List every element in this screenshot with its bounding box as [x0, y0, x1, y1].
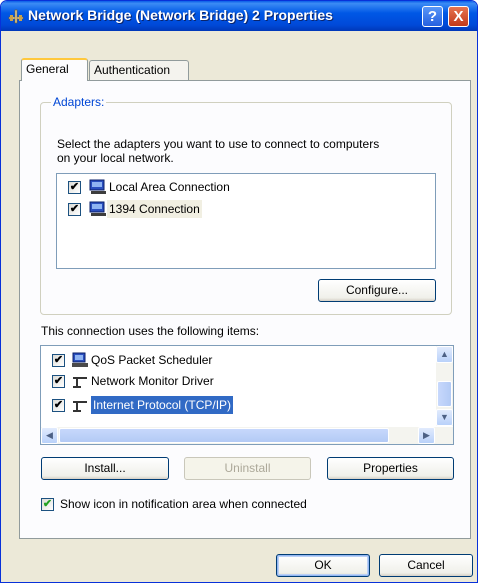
install-button[interactable]: Install...	[41, 457, 169, 480]
qos-scheduler-icon	[72, 352, 88, 367]
window-title: Network Bridge (Network Bridge) 2 Proper…	[28, 7, 333, 23]
adapter-checkbox[interactable]: ✔	[68, 203, 81, 216]
title-bar[interactable]: Network Bridge (Network Bridge) 2 Proper…	[1, 1, 477, 31]
component-checkbox[interactable]: ✔	[52, 375, 65, 388]
close-button[interactable]: X	[448, 6, 469, 27]
component-label: Network Monitor Driver	[91, 374, 214, 388]
component-item-tcpip[interactable]: ✔ Internet Protocol (TCP/IP)	[41, 395, 436, 415]
component-checkbox[interactable]: ✔	[52, 399, 65, 412]
adapters-list[interactable]: ✔ Local Area Connection ✔ 1394 Connectio…	[56, 173, 436, 269]
horizontal-scroll-thumb[interactable]	[59, 428, 389, 443]
configure-button[interactable]: Configure...	[318, 279, 436, 302]
adapter-label: Local Area Connection	[109, 180, 230, 194]
adapters-group-label: Adapters:	[51, 95, 107, 109]
cancel-button[interactable]: Cancel	[379, 554, 473, 577]
horizontal-scrollbar[interactable]: ◀ ▶	[41, 427, 453, 444]
uninstall-button: Uninstall	[184, 457, 311, 480]
component-item-qos[interactable]: ✔ QoS Packet Scheduler	[41, 351, 436, 369]
adapters-description-line2: on your local network.	[57, 151, 174, 165]
tab-authentication[interactable]: Authentication	[89, 60, 189, 80]
adapters-description-line1: Select the adapters you want to use to c…	[57, 137, 380, 151]
scroll-right-icon[interactable]: ▶	[418, 427, 435, 444]
protocol-icon	[73, 377, 87, 388]
notify-option[interactable]: ✔ Show icon in notification area when co…	[41, 495, 371, 513]
properties-button[interactable]: Properties	[327, 457, 454, 480]
component-label-selected: Internet Protocol (TCP/IP)	[89, 395, 235, 415]
scroll-down-icon[interactable]: ▼	[436, 409, 453, 426]
vertical-scrollbar[interactable]: ▲ ▼	[436, 346, 453, 426]
component-item-network-monitor[interactable]: ✔ Network Monitor Driver	[41, 372, 436, 390]
components-heading: This connection uses the following items…	[41, 324, 260, 338]
network-bridge-icon	[8, 9, 24, 24]
component-label: QoS Packet Scheduler	[91, 353, 213, 367]
adapter-checkbox[interactable]: ✔	[68, 181, 81, 194]
adapter-label: 1394 Connection	[107, 200, 202, 218]
tab-general[interactable]: General	[21, 58, 88, 81]
vertical-scroll-thumb[interactable]	[437, 381, 452, 407]
scroll-left-icon[interactable]: ◀	[41, 427, 58, 444]
protocol-icon	[73, 401, 87, 412]
notify-checkbox[interactable]: ✔	[41, 498, 54, 511]
help-button[interactable]: ?	[422, 6, 443, 27]
adapter-item-local-area[interactable]: ✔ Local Area Connection	[57, 178, 435, 196]
scroll-up-icon[interactable]: ▲	[436, 346, 453, 363]
network-adapter-icon	[89, 201, 106, 216]
notify-label: Show icon in notification area when conn…	[60, 497, 307, 511]
component-checkbox[interactable]: ✔	[52, 354, 65, 367]
ok-button[interactable]: OK	[276, 554, 370, 577]
network-adapter-icon	[89, 179, 106, 194]
adapter-item-1394[interactable]: ✔ 1394 Connection	[57, 200, 435, 218]
components-list[interactable]: ✔ QoS Packet Scheduler ✔ Network Monitor…	[40, 345, 454, 445]
properties-dialog: Network Bridge (Network Bridge) 2 Proper…	[0, 0, 478, 583]
